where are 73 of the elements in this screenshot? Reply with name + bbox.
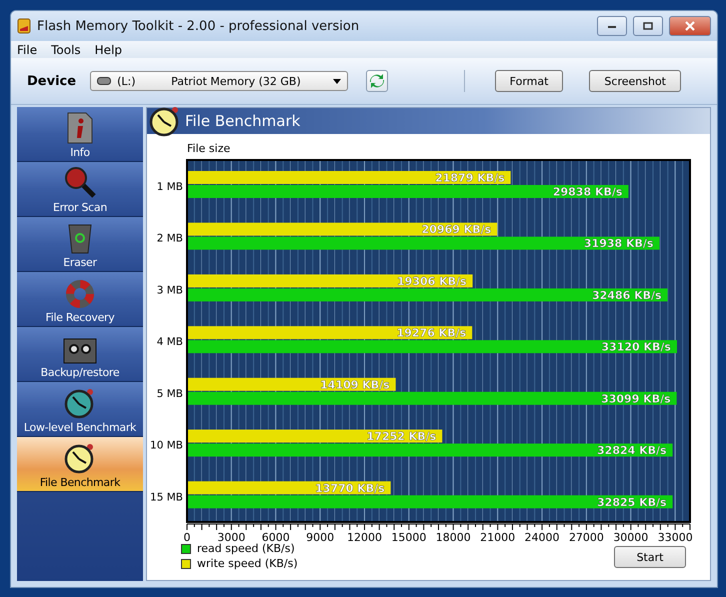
category-label: 5 MB [156, 388, 183, 400]
drive-icon [97, 77, 112, 85]
value-label: 33120 KB/s [601, 340, 671, 354]
cassette-icon [63, 338, 97, 364]
tick-label: 9000 [306, 531, 334, 542]
tick-label: 27000 [568, 531, 604, 542]
value-label: 32825 KB/s [597, 496, 667, 509]
close-button[interactable] [669, 16, 711, 36]
category-label: 10 MB [150, 440, 183, 452]
tick-label: 18000 [436, 531, 471, 542]
tick-label: 30000 [613, 531, 648, 542]
value-label: 29838 KB/s [552, 186, 622, 198]
value-label: 31938 KB/s [584, 237, 654, 250]
stopwatch-icon [64, 387, 96, 419]
stopwatch-icon [149, 105, 181, 137]
legend-label: write speed (KB/s) [197, 557, 298, 570]
axis-title: File size [187, 142, 230, 155]
sidebar-item[interactable]: Error Scan [17, 162, 143, 217]
category-label: 2 MB [156, 232, 183, 245]
sidebar-item[interactable]: Backup/restore [17, 327, 143, 382]
drive-letter: (L:) [117, 74, 136, 88]
minimize-icon [607, 23, 617, 29]
value-label: 20969 KB/s [422, 223, 492, 236]
tick-label: 6000 [262, 531, 290, 542]
lifebuoy-icon [65, 279, 95, 309]
menu-item[interactable]: Tools [51, 42, 81, 56]
value-label: 21879 KB/s [435, 172, 505, 184]
info-document-icon [65, 112, 95, 144]
value-label: 32486 KB/s [592, 288, 662, 302]
screenshot-button[interactable]: Screenshot [589, 70, 681, 92]
sidebar-item[interactable]: Low-level Benchmark [17, 382, 143, 437]
tick-label: 0 [184, 531, 190, 542]
sidebar-item[interactable]: File Benchmark [17, 437, 143, 492]
maximize-icon [643, 22, 653, 30]
menu-item[interactable]: File [17, 42, 38, 56]
category-label: 15 MB [150, 491, 183, 504]
tick-label: 33000 [658, 531, 693, 542]
recycle-bin-icon [67, 222, 93, 254]
tick-label: 21000 [480, 531, 516, 542]
sidebar-item[interactable]: Eraser [17, 217, 143, 272]
tick-label: 15000 [391, 531, 426, 542]
device-dropdown[interactable]: (L:) Patriot Memory (32 GB) [90, 71, 348, 91]
maximize-button[interactable] [633, 16, 663, 36]
tick-label: 3000 [217, 531, 246, 542]
value-label: 33099 KB/s [601, 392, 671, 406]
value-label: 17252 KB/s [366, 430, 436, 444]
menu-item[interactable]: Help [94, 42, 122, 56]
caret-icon [333, 78, 342, 84]
panel-title: File Benchmark [185, 112, 300, 130]
stopwatch-icon [64, 442, 96, 474]
format-button[interactable]: Format [494, 70, 564, 92]
sidebar-item[interactable]: Info [17, 107, 143, 162]
value-label: 32824 KB/s [597, 444, 667, 458]
category-label: 3 MB [156, 284, 183, 296]
start-button[interactable]: Start [614, 546, 686, 568]
value-label: 13770 KB/s [315, 482, 385, 495]
value-label: 14109 KB/s [320, 378, 390, 392]
device-name: Patriot Memory (32 GB) [171, 74, 302, 88]
value-label: 19306 KB/s [397, 274, 467, 288]
value-label: 19276 KB/s [396, 326, 466, 340]
sidebar-item[interactable]: File Recovery [17, 272, 143, 327]
app-icon [17, 18, 31, 34]
magnifier-icon [63, 165, 97, 199]
window-title: Flash Memory Toolkit - 2.00 - professional version [37, 18, 360, 34]
legend-label: read speed (KB/s) [197, 542, 295, 555]
category-label: 4 MB [156, 336, 183, 348]
tick-label: 12000 [347, 531, 382, 542]
minimize-button[interactable] [597, 16, 627, 36]
device-label: Device [27, 74, 76, 88]
refresh-button[interactable] [366, 70, 388, 92]
close-icon [685, 21, 695, 31]
tick-label: 24000 [524, 531, 560, 542]
category-label: 1 MB [156, 181, 183, 193]
